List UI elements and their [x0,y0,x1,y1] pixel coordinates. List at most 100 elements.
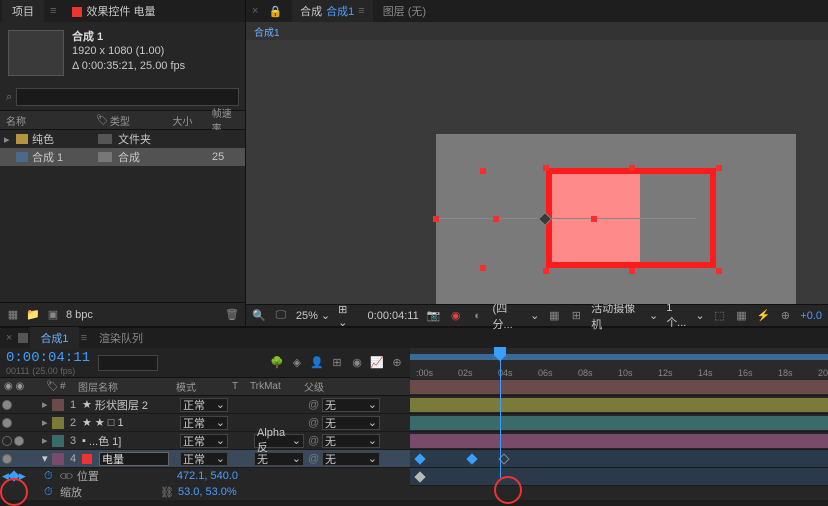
project-item-folder[interactable]: ▸ 纯色 文件夹 [0,130,245,148]
pickwhip-icon[interactable]: @ [308,453,320,465]
parent-dropdown[interactable]: 无⌄ [322,398,380,412]
bpc-label[interactable]: 8 bpc [66,309,93,321]
pickwhip-icon[interactable]: @ [308,417,320,429]
parent-dropdown[interactable]: 无⌄ [322,434,380,448]
col-mode[interactable]: 模式 [172,379,228,394]
keyframe[interactable] [414,471,425,482]
res-full-icon[interactable]: ⊞ ⌄ [338,303,359,329]
label-color[interactable] [52,417,64,429]
parent-dropdown[interactable]: 无⌄ [322,452,380,466]
graph-editor-icon[interactable]: 📈 [370,356,384,370]
viewer-tab-layer[interactable]: 图层 (无) [383,3,426,19]
tab-project[interactable]: 项目 [2,0,44,22]
property-scale[interactable]: ⏱ 缩放 ⛓ 53.0, 53.0% [0,484,410,500]
visibility-toggle[interactable] [2,418,12,428]
blend-mode-dropdown[interactable]: 正常⌄ [180,434,228,448]
magnify-icon[interactable]: 🔍 [252,309,266,323]
draft-3d-icon[interactable]: ◈ [290,356,304,370]
camera-dropdown[interactable]: 活动摄像机 ⌄ [591,300,658,332]
lock-icon[interactable]: 🔒 [268,5,282,18]
fast-preview-icon[interactable]: ⚡ [756,309,770,323]
column-label-icon[interactable]: 🏷 [90,115,104,126]
brain-icon[interactable]: ⊕ [390,356,404,370]
column-name[interactable]: 名称 [0,113,90,128]
zoom-dropdown[interactable]: 25% ⌄ [296,309,330,322]
tab-effect-controls[interactable]: 效果控件 电量 [62,0,165,22]
resolution-dropdown[interactable]: (四分... ⌄ [493,300,540,332]
views-dropdown[interactable]: 1个... ⌄ [666,302,704,330]
delete-icon[interactable]: 🗑 [225,308,239,322]
blend-mode-dropdown[interactable]: 正常⌄ [180,452,228,466]
project-search-input[interactable] [16,88,239,106]
snapshot-icon[interactable]: 📷 [427,309,441,323]
playhead[interactable] [500,348,501,478]
label-color[interactable] [52,399,64,411]
channel-icon[interactable]: ◉ [449,309,463,323]
breadcrumb[interactable]: 合成1 [254,24,280,39]
visibility-toggle[interactable] [2,436,12,446]
new-folder-icon[interactable]: 📁 [26,308,40,322]
motion-blur-icon[interactable]: ◉ [350,356,364,370]
timeline-panel: × 合成1 ≡ 渲染队列 0:00:04:11 00111 (25.00 fps… [0,326,828,500]
col-trkmat[interactable]: TrkMat [246,381,300,392]
trkmat-dropdown[interactable]: 无⌄ [254,452,304,466]
layer-name-input[interactable] [99,452,169,466]
composition-thumbnail[interactable] [8,30,64,76]
timeline-tracks[interactable] [410,378,828,500]
layer-row[interactable]: ▸ 1 ★形状图层 2 正常⌄ @无⌄ [0,396,410,414]
pickwhip-icon[interactable]: @ [308,435,320,447]
label-color[interactable] [52,453,64,465]
composition-info: 合成 1 1920 x 1080 (1.00) Δ 0:00:35:21, 25… [72,30,185,76]
trkmat-dropdown[interactable]: Alpha 反⌄ [254,434,304,448]
3d-icon[interactable]: ⬚ [713,309,727,323]
new-comp-icon[interactable]: ▣ [46,308,60,322]
current-timecode[interactable]: 0:00:04:11 [6,350,90,366]
blend-mode-dropdown[interactable]: 正常⌄ [180,416,228,430]
scale-value[interactable]: 53.0, 53.0% [178,486,237,498]
timeline-search-input[interactable] [98,355,158,371]
parent-dropdown[interactable]: 无⌄ [322,416,380,430]
timeline-tab-render[interactable]: 渲染队列 [89,327,153,349]
label-color[interactable] [52,435,64,447]
search-icon: ⌕ [6,91,12,104]
timeline-tab-comp[interactable]: 合成1 [30,327,78,349]
layer-row[interactable]: ▾ 4 正常⌄ 无⌄ @无⌄ [0,450,410,468]
keyframe[interactable] [466,453,477,464]
frame-blend-icon[interactable]: ⊞ [330,356,344,370]
blend-mode-dropdown[interactable]: 正常⌄ [180,398,228,412]
link-icon[interactable]: ⛓ [160,486,174,499]
stopwatch-icon[interactable]: ⏱ [44,470,56,482]
column-size[interactable]: 大小 [166,113,205,128]
expression-icon[interactable]: ⫏⫐ [60,470,73,483]
visibility-toggle[interactable] [2,454,12,464]
grid-icon[interactable]: ⊞ [569,309,583,323]
viewer-tab-comp[interactable]: 合成合成1≡ [292,0,373,22]
column-type[interactable]: 类型 [104,113,167,128]
keyframe[interactable] [414,453,425,464]
visibility-toggle[interactable] [2,400,12,410]
col-av-icon: ◉ ◉ [0,381,42,392]
property-position[interactable]: ◀ ▶ ⏱ ⫏⫐ 位置 472.1, 540.0 [0,468,410,484]
shy-icon[interactable]: 👤 [310,356,324,370]
tab-menu-icon[interactable]: ≡ [50,5,56,17]
monitor-icon[interactable]: 🖵 [274,309,288,323]
interpret-footage-icon[interactable]: ▦ [6,308,20,322]
col-parent[interactable]: 父级 [300,379,380,394]
col-layer-name[interactable]: 图层名称 [74,379,172,394]
add-keyframe-icon[interactable] [8,470,19,481]
pickwhip-icon[interactable]: @ [308,399,320,411]
time-ruler[interactable]: :00s 02s 04s 06s 08s 10s 12s 14s 16s 18s… [410,348,828,378]
layer-row[interactable]: ▸ 3 ▪...色 1] 正常⌄ Alpha 反⌄ @无⌄ [0,432,410,450]
roi-icon[interactable]: ▦ [547,309,561,323]
project-item-comp[interactable]: 合成 1 合成 25 [0,148,245,166]
comp-mini-flow-icon[interactable]: 🌳 [270,356,284,370]
col-t[interactable]: T [228,381,246,392]
stopwatch-icon[interactable]: ⏱ [44,486,56,498]
next-keyframe-icon[interactable]: ▶ [19,471,26,482]
position-value[interactable]: 472.1, 540.0 [177,470,238,482]
timecode-display[interactable]: 0:00:04:11 [368,310,419,322]
col-label-icon: 🏷 [42,381,56,392]
layer-row[interactable]: ▸ 2 ★★ □ 1 正常⌄ @无⌄ [0,414,410,432]
exposure-value[interactable]: +0.0 [800,310,822,322]
composition-canvas[interactable] [246,40,828,304]
